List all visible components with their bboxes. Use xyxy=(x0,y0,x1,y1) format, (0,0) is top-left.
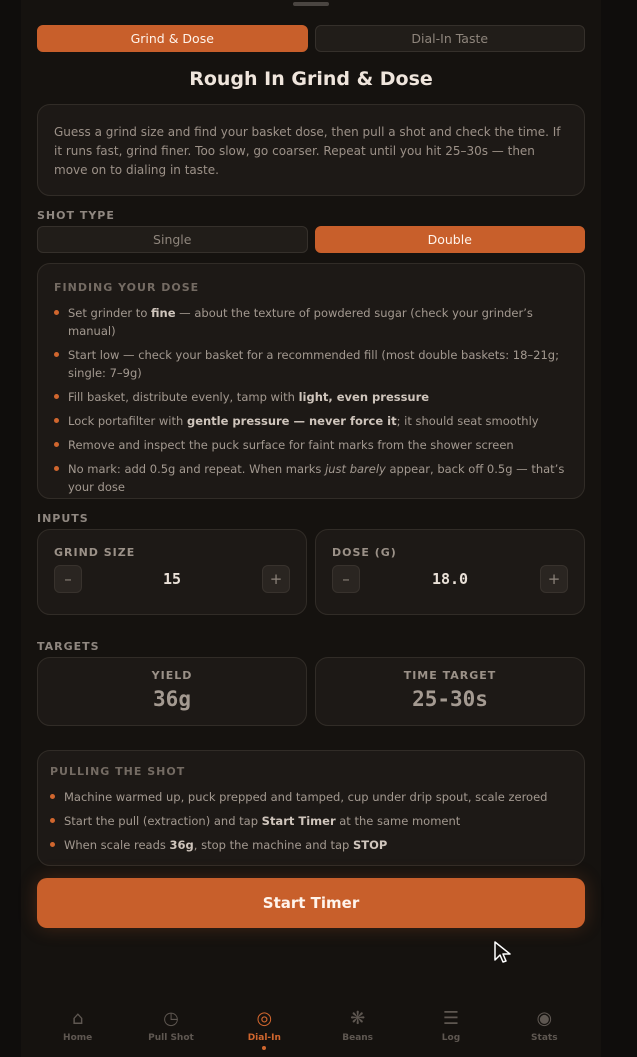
grind-size-label: GRIND SIZE xyxy=(54,546,136,559)
page-title: Rough In Grind & Dose xyxy=(189,68,433,90)
grind-size-card: GRIND SIZE – 15 + xyxy=(37,529,307,615)
list-item: Set grinder to fine — about the texture … xyxy=(54,304,568,340)
dose-value[interactable]: 18.0 xyxy=(432,570,468,588)
finding-dose-card: FINDING YOUR DOSE Set grinder to fine — … xyxy=(37,263,585,499)
shot-type-single[interactable]: Single xyxy=(37,226,308,253)
nav-label: Pull Shot xyxy=(148,1033,194,1043)
time-target-card: TIME TARGET 25-30s xyxy=(315,657,585,726)
shot-type-label: SHOT TYPE xyxy=(37,209,115,222)
nav-item-log[interactable]: ☰ Log xyxy=(411,1000,491,1057)
dose-increment-button[interactable]: + xyxy=(540,565,568,593)
nav-item-pull-shot[interactable]: ◷ Pull Shot xyxy=(131,1000,211,1057)
bottom-nav: ⌂ Home ◷ Pull Shot ◎ Dial-In ❋ Beans ☰ Log ◉ Stats xyxy=(21,1000,601,1057)
active-indicator xyxy=(262,1046,267,1050)
stats-icon: ◉ xyxy=(536,1008,553,1029)
grind-increment-button[interactable]: + xyxy=(262,565,290,593)
nav-item-beans[interactable]: ❋ Beans xyxy=(318,1000,398,1057)
list-item: No mark: add 0.5g and repeat. When marks… xyxy=(54,460,568,496)
pulling-shot-card: PULLING THE SHOT Machine warmed up, puck… xyxy=(37,750,585,866)
start-timer-button[interactable]: Start Timer xyxy=(37,878,585,928)
nav-label: Beans xyxy=(342,1033,374,1043)
finding-dose-title: FINDING YOUR DOSE xyxy=(54,281,200,294)
list-item: Machine warmed up, puck prepped and tamp… xyxy=(50,788,572,806)
target-icon: ◎ xyxy=(256,1008,273,1029)
yield-value: 36g xyxy=(153,687,191,711)
nav-label: Stats xyxy=(531,1033,558,1043)
nav-label: Home xyxy=(63,1033,93,1043)
shot-type-double[interactable]: Double xyxy=(314,226,585,253)
list-item: Lock portafilter with gentle pressure — … xyxy=(54,412,568,430)
intro-text: Guess a grind size and find your basket … xyxy=(54,125,561,177)
tab-dial-in-taste[interactable]: Dial-In Taste xyxy=(314,25,585,52)
mouse-cursor-icon xyxy=(494,941,511,963)
list-item: Start low — check your basket for a reco… xyxy=(54,346,568,382)
intro-card: Guess a grind size and find your basket … xyxy=(37,104,585,196)
nav-label: Log xyxy=(441,1033,461,1043)
clock-icon: ◷ xyxy=(163,1008,179,1029)
shot-type-toggle: Single Double xyxy=(37,226,585,253)
sheet-handle[interactable] xyxy=(293,2,329,6)
home-icon: ⌂ xyxy=(71,1008,84,1029)
app-screen: Grind & Dose Dial-In Taste Rough In Grin… xyxy=(21,0,601,1057)
list-icon: ☰ xyxy=(442,1008,460,1029)
nav-item-home[interactable]: ⌂ Home xyxy=(38,1000,118,1057)
grind-size-value[interactable]: 15 xyxy=(163,570,181,588)
inputs-label: INPUTS xyxy=(37,512,89,525)
list-item: Start the pull (extraction) and tap Star… xyxy=(50,812,572,830)
time-target-label: TIME TARGET xyxy=(403,669,497,682)
nav-label: Dial-In xyxy=(247,1033,281,1043)
targets-label: TARGETS xyxy=(37,640,100,653)
list-item: Fill basket, distribute evenly, tamp wit… xyxy=(54,388,568,406)
dose-decrement-button[interactable]: – xyxy=(332,565,360,593)
list-item: When scale reads 36g, stop the machine a… xyxy=(50,836,572,854)
tab-grind-dose[interactable]: Grind & Dose xyxy=(37,25,308,52)
nav-item-dial-in[interactable]: ◎ Dial-In xyxy=(224,1000,304,1057)
yield-label: YIELD xyxy=(151,669,193,682)
finding-dose-list: Set grinder to fine — about the texture … xyxy=(54,304,568,496)
time-target-value: 25-30s xyxy=(412,687,488,711)
bean-icon: ❋ xyxy=(350,1008,366,1029)
list-item: Remove and inspect the puck surface for … xyxy=(54,436,568,454)
nav-item-stats[interactable]: ◉ Stats xyxy=(504,1000,584,1057)
mode-tabs: Grind & Dose Dial-In Taste xyxy=(37,25,585,52)
dose-label: DOSE (G) xyxy=(332,546,397,559)
pulling-shot-list: Machine warmed up, puck prepped and tamp… xyxy=(50,788,572,854)
pulling-shot-title: PULLING THE SHOT xyxy=(50,765,186,778)
yield-card: YIELD 36g xyxy=(37,657,307,726)
grind-decrement-button[interactable]: – xyxy=(54,565,82,593)
dose-card: DOSE (G) – 18.0 + xyxy=(315,529,585,615)
